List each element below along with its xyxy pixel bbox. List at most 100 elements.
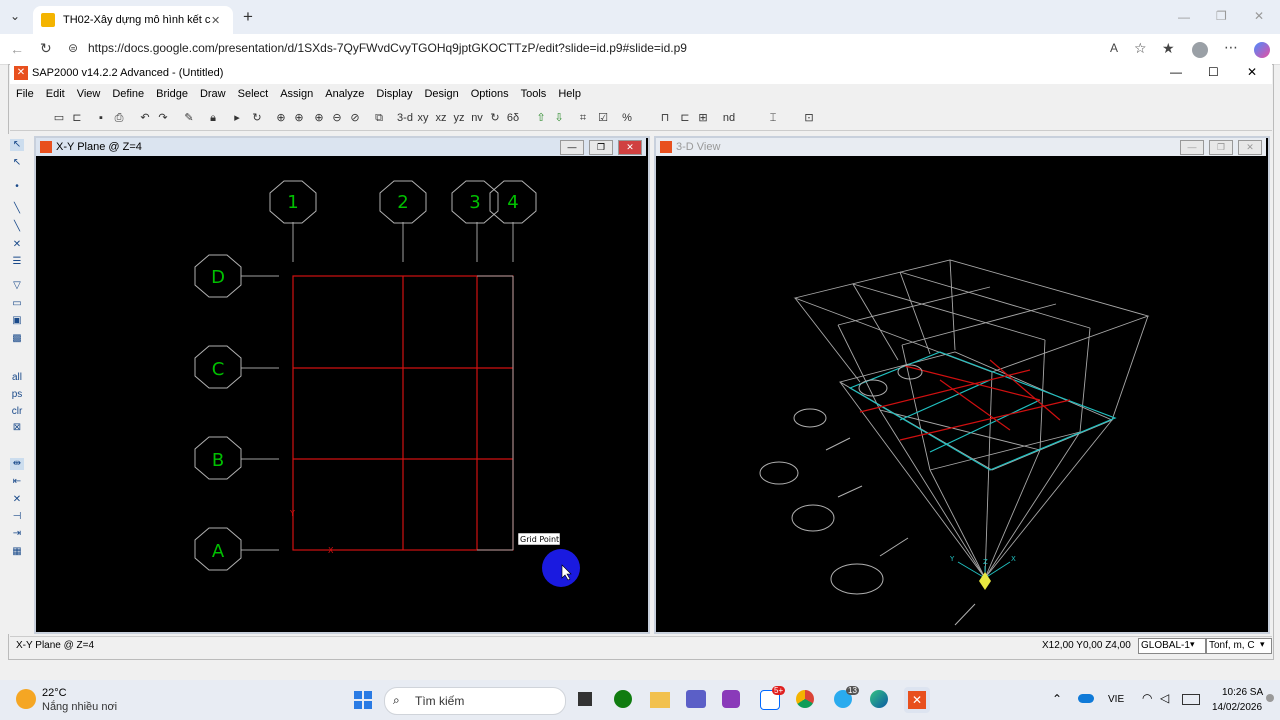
select-all-button[interactable]: all (10, 372, 24, 384)
close-tab-icon[interactable]: ✕ (211, 14, 220, 27)
profile-avatar[interactable] (1192, 42, 1208, 58)
solid-icon[interactable]: ▩ (10, 333, 24, 345)
zoom-full-icon[interactable]: ⊕ (292, 111, 306, 125)
onedrive-icon[interactable] (1078, 694, 1094, 703)
check-icon[interactable]: ☑ (596, 111, 610, 125)
taskbar-search-box[interactable]: ⌕ Tìm kiếm (384, 687, 566, 715)
favorite-star-icon[interactable]: ☆ (1134, 40, 1147, 57)
menu-edit[interactable]: Edit (40, 86, 71, 106)
more-menu-icon[interactable]: ⋯ (1224, 39, 1238, 56)
file-explorer-icon[interactable] (650, 692, 670, 708)
weather-icon[interactable] (16, 689, 36, 709)
menu-options[interactable]: Options (465, 86, 515, 106)
pointer-icon[interactable]: ↖ (10, 139, 24, 151)
view-3d-button[interactable]: 3-d (396, 111, 414, 125)
menu-view[interactable]: View (71, 86, 107, 106)
display-icon[interactable]: ⊡ (802, 111, 816, 125)
sap2000-taskbar-icon[interactable]: ✕ (904, 687, 930, 713)
snap-grid-icon[interactable]: ▦ (10, 546, 24, 558)
start-button-icon[interactable] (354, 691, 372, 709)
sap-close-icon[interactable]: ✕ (1247, 65, 1257, 79)
snap-perp-icon[interactable]: ⊣ (10, 511, 24, 523)
refresh-view-icon[interactable]: ⧉ (372, 111, 386, 125)
edge-icon[interactable] (870, 690, 888, 708)
app-icon-purple[interactable] (722, 690, 740, 708)
pencil-icon[interactable]: ✎ (182, 111, 196, 125)
snap-ends-icon[interactable]: ⇤ (10, 476, 24, 488)
tab-list-chevron-icon[interactable]: ⌄ (10, 9, 20, 23)
notification-icon[interactable] (1266, 694, 1274, 702)
perspective-icon[interactable]: 6δ (506, 111, 520, 125)
open-folder-icon[interactable]: ⊏ (70, 111, 84, 125)
xy-restore-icon[interactable]: ❐ (589, 140, 613, 155)
view-nv-button[interactable]: nv (470, 111, 484, 125)
menu-select[interactable]: Select (232, 86, 275, 106)
pan-icon[interactable]: ⊘ (348, 111, 362, 125)
sap-minimize-icon[interactable]: — (1170, 65, 1182, 79)
units-chevron-icon[interactable]: ▾ (1260, 639, 1265, 650)
view-xy-button[interactable]: xy (416, 111, 430, 125)
back-icon[interactable]: ← (10, 41, 24, 57)
menu-bridge[interactable]: Bridge (150, 86, 194, 106)
view-xz-button[interactable]: xz (434, 111, 448, 125)
previous-select-button[interactable]: ps (10, 389, 24, 401)
frame3-icon[interactable]: ⊞ (696, 111, 710, 125)
battery-icon[interactable] (1182, 694, 1200, 705)
rotate-view-icon[interactable]: ↻ (488, 111, 502, 125)
zoom-in-icon[interactable]: ⊕ (312, 111, 326, 125)
volume-icon[interactable]: ◁ (1160, 691, 1169, 705)
xy-close-icon[interactable]: ✕ (618, 140, 642, 155)
grid-icon[interactable]: ⌗ (576, 111, 590, 125)
close-browser-icon[interactable]: ✕ (1254, 9, 1264, 23)
maximize-browser-icon[interactable]: ❐ (1216, 9, 1227, 23)
reshape-icon[interactable]: ↖ (10, 157, 24, 169)
xy-plane-canvas[interactable]: 1 2 3 4 D C B A X Y Grid Point (36, 156, 644, 626)
print-icon[interactable]: ⎙ (112, 111, 126, 125)
snap-points-icon[interactable]: ⇹ (10, 458, 24, 470)
site-info-icon[interactable]: ⊜ (68, 41, 78, 55)
view-nd-button[interactable]: nd (722, 111, 736, 125)
coord-system-chevron-icon[interactable]: ▾ (1190, 639, 1195, 650)
teams-icon[interactable] (686, 690, 706, 708)
brace-icon[interactable]: ✕ (10, 239, 24, 251)
task-view-icon[interactable] (578, 692, 592, 706)
menu-help[interactable]: Help (552, 86, 587, 106)
view3d-restore-icon[interactable]: ❐ (1209, 140, 1233, 155)
intersect-icon[interactable]: ⊠ (10, 422, 24, 434)
quick-frame-icon[interactable]: ╲ (10, 221, 24, 233)
up-arrow-icon[interactable]: ⇧ (534, 111, 548, 125)
read-aloud-icon[interactable]: A (1110, 41, 1118, 55)
clear-select-button[interactable]: clr (10, 406, 24, 418)
rotate-icon[interactable]: ↻ (250, 111, 264, 125)
link-icon[interactable]: ☰ (10, 256, 24, 268)
menu-design[interactable]: Design (418, 86, 464, 106)
snap-lines-icon[interactable]: ⇥ (10, 528, 24, 540)
menu-tools[interactable]: Tools (515, 86, 553, 106)
chrome-icon[interactable] (796, 690, 814, 708)
clock-date[interactable]: 14/02/2026 (1212, 702, 1262, 713)
language-indicator[interactable]: VIE (1108, 694, 1124, 705)
view3d-minimize-icon[interactable]: — (1180, 140, 1204, 155)
rect-area-icon[interactable]: ▭ (10, 298, 24, 310)
menu-draw[interactable]: Draw (194, 86, 232, 106)
menu-analyze[interactable]: Analyze (319, 86, 370, 106)
poly-area-icon[interactable]: ▽ (10, 280, 24, 292)
zoom-out-icon[interactable]: ⊖ (330, 111, 344, 125)
lock-icon[interactable]: 🔒︎ (206, 111, 220, 125)
view-yz-button[interactable]: yz (452, 111, 466, 125)
new-tab-button[interactable]: + (243, 7, 253, 27)
sap-maximize-icon[interactable]: ☐ (1208, 65, 1219, 79)
new-file-icon[interactable]: ▭ (52, 111, 66, 125)
section-icon[interactable]: ⌶ (766, 111, 780, 125)
snap-intersect-icon[interactable]: ✕ (10, 494, 24, 506)
reload-icon[interactable]: ↻ (40, 40, 52, 57)
quick-area-icon[interactable]: ▣ (10, 315, 24, 327)
frame2-icon[interactable]: ⊏ (678, 111, 692, 125)
browser-tab[interactable]: TH02-Xây dựng mô hình kết cấu b ✕ (33, 6, 233, 34)
xbox-icon[interactable] (614, 690, 632, 708)
coord-system-select[interactable]: GLOBAL-1 (1138, 638, 1206, 654)
view-3d-canvas[interactable]: X Y Z (656, 156, 1264, 626)
xy-minimize-icon[interactable]: — (560, 140, 584, 155)
wifi-icon[interactable]: ◠ (1142, 691, 1152, 705)
menu-assign[interactable]: Assign (274, 86, 319, 106)
